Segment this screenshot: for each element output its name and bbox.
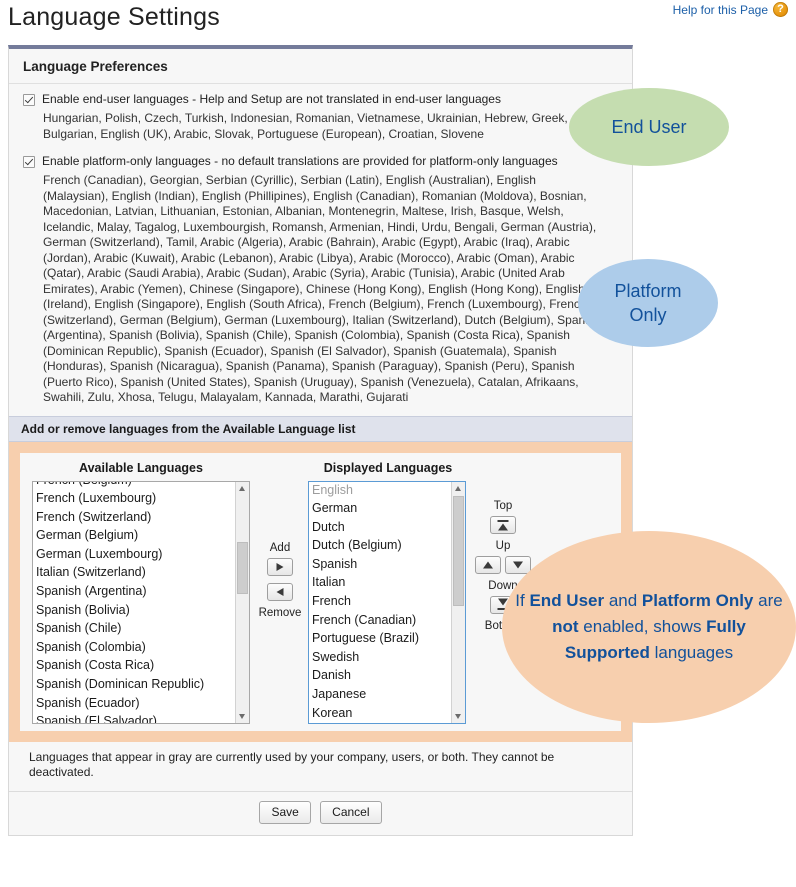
list-item[interactable]: Spanish (Dominican Republic) [33,675,235,694]
remove-button[interactable] [267,582,293,601]
annotation-platform-only-bubble: Platform Only [578,259,718,347]
displayed-list-scrollbar[interactable] [451,481,465,723]
fully-text-3: are [753,591,783,610]
fully-bold-3: not [552,617,579,636]
list-item[interactable]: Japanese [309,685,451,704]
annotation-fully-supported-bubble: If End User and Platform Only are not en… [502,531,796,723]
list-item[interactable]: Korean [309,704,451,723]
footer-buttons: Save Cancel [9,792,632,835]
enable-platform-only-languages-label: Enable platform-only languages - no defa… [42,154,558,168]
list-item[interactable]: German (Luxembourg) [33,545,235,564]
up-button-label: Up [495,539,511,552]
enable-platform-only-languages-checkbox[interactable] [23,156,35,168]
list-item[interactable]: Spanish (Ecuador) [33,694,235,713]
list-item[interactable]: French (Canadian) [309,611,451,630]
list-item[interactable]: Danish [309,666,451,685]
help-for-this-page[interactable]: Help for this Page ? [673,2,788,17]
fully-text-1: If [515,591,530,610]
list-item[interactable]: Portuguese (Brazil) [309,629,451,648]
fully-text-4: enabled, shows [578,617,707,636]
list-item[interactable]: Spanish (Chile) [33,619,235,638]
cancel-button[interactable]: Cancel [320,800,382,824]
scrollbar-thumb[interactable] [453,495,464,606]
list-item[interactable]: French (Switzerland) [33,508,235,527]
list-item[interactable]: Spanish (Bolivia) [33,601,235,620]
fully-text-5: languages [649,643,734,662]
list-item[interactable]: French (Luxembourg) [33,489,235,508]
preferences-block: Enable end-user languages - Help and Set… [9,84,632,406]
scroll-up-button[interactable] [452,481,465,495]
fully-text-2: and [604,591,642,610]
available-languages-header: Available Languages [79,460,203,475]
scrollbar-thumb[interactable] [237,541,248,594]
list-item[interactable]: Spanish (Colombia) [33,638,235,657]
list-item[interactable]: Italian (Switzerland) [33,563,235,582]
fully-bold-1: End User [529,591,605,610]
list-item[interactable]: Spanish (El Salvador) [33,712,235,722]
list-item[interactable]: German (Belgium) [33,526,235,545]
platform-only-languages-row[interactable]: Enable platform-only languages - no defa… [23,154,618,168]
move-down-button[interactable] [504,555,531,574]
question-mark-icon[interactable]: ? [773,2,788,17]
list-item[interactable]: French (Belgium) [33,482,235,490]
top-button-label: Top [493,499,513,512]
list-item[interactable]: Spanish (Costa Rica) [33,656,235,675]
platform-bubble-line2: Only [629,305,667,325]
language-preferences-panel: Language Preferences Enable end-user lan… [8,45,633,836]
scroll-down-button[interactable] [452,709,465,723]
platform-bubble-line1: Platform [614,281,682,301]
scroll-down-button[interactable] [236,709,249,723]
add-button[interactable] [267,557,293,576]
list-item[interactable]: Spanish (Argentina) [33,582,235,601]
displayed-languages-header: Displayed Languages [323,460,453,475]
remove-button-label: Remove [258,606,302,619]
move-up-button[interactable] [475,555,502,574]
scroll-up-button[interactable] [236,481,249,495]
help-link-label[interactable]: Help for this Page [673,3,768,17]
fully-bold-2: Platform Only [641,591,754,610]
end-user-languages-list: Hungarian, Polish, Czech, Turkish, Indon… [43,111,568,141]
add-remove-section-header: Add or remove languages from the Availab… [9,415,632,442]
save-button[interactable]: Save [259,800,311,824]
end-user-languages-row[interactable]: Enable end-user languages - Help and Set… [23,92,618,106]
list-item[interactable]: Italian [309,573,451,592]
platform-only-languages-list: French (Canadian), Georgian, Serbian (Cy… [43,173,601,404]
list-item[interactable]: English [309,482,451,500]
enable-end-user-languages-checkbox[interactable] [23,94,35,106]
enable-end-user-languages-label: Enable end-user languages - Help and Set… [42,92,501,106]
list-item[interactable]: Dutch (Belgium) [309,536,451,555]
add-remove-button-group: Add Remove [258,541,302,621]
available-languages-listbox[interactable]: French (Belgium)French (Luxembourg)Frenc… [32,480,250,724]
list-item[interactable]: German [309,499,451,518]
displayed-languages-items[interactable]: English German Dutch Dutch (Belgium) Spanish… [309,482,451,723]
displayed-languages-listbox[interactable]: English German Dutch Dutch (Belgium) Spanish… [308,480,466,724]
gray-languages-note: Languages that appear in gray are curren… [29,749,555,780]
list-item[interactable]: Spanish [309,555,451,574]
available-languages-items[interactable]: French (Belgium)French (Luxembourg)Frenc… [33,482,235,723]
list-item[interactable]: French [309,592,451,611]
annotation-end-user-bubble: End User [569,88,729,166]
available-list-scrollbar[interactable] [235,481,249,723]
panel-title: Language Preferences [23,59,168,74]
add-button-label: Add [269,541,291,554]
page-title: Language Settings [8,3,220,31]
move-to-top-button[interactable] [490,515,516,534]
list-item[interactable]: Swedish [309,648,451,667]
list-item[interactable]: Dutch [309,518,451,537]
